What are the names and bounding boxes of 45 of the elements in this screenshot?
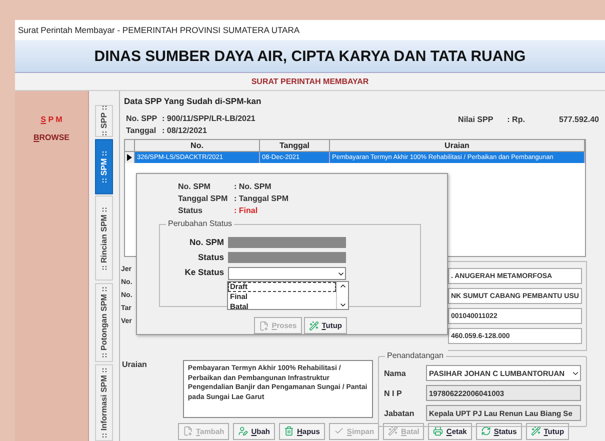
vertical-tab[interactable]: :: Potongan SPM :: <box>95 282 113 362</box>
currency-label: : Rp. <box>507 114 525 124</box>
vertical-tab[interactable]: :: Rincian SPM :: <box>95 196 113 281</box>
wand-icon <box>388 426 398 436</box>
field-value: : 900/11/SPP/LR-LB/2021 <box>162 114 256 122</box>
checkmark-icon <box>334 426 344 436</box>
field-label: No. SPM <box>188 237 225 248</box>
field-label: Nilai SPP <box>458 114 494 124</box>
input-field[interactable] <box>228 252 346 263</box>
window-title: Surat Perintah Membayar - PEMERINTAH PROVINSI SUMATERA UTARA <box>15 20 605 40</box>
field-label: No. SPP <box>126 114 158 122</box>
wand-icon <box>308 320 319 330</box>
field-value: : Tanggal SPM <box>234 194 290 203</box>
field-label: Jabatan <box>384 408 416 418</box>
scroll-up-icon[interactable] <box>338 282 346 290</box>
group-title: Perubahan Status <box>166 219 234 228</box>
group-title: Penandatangan <box>385 351 446 360</box>
field-value: : No. SPM <box>234 182 272 191</box>
field-label: No. SPM <box>178 182 212 191</box>
refresh-icon <box>480 426 491 436</box>
field-label: Uraian <box>122 360 147 371</box>
input-field[interactable] <box>228 237 346 248</box>
field-label: N I P <box>384 388 403 398</box>
group-title: Data SPP Yang Sudah di-SPM-kan <box>124 96 262 106</box>
wand-icon <box>530 426 541 436</box>
field-label: Status <box>197 252 225 263</box>
sidebar-item[interactable]: BROWSE <box>33 133 70 142</box>
document-plus-icon <box>258 320 269 330</box>
printer-icon <box>433 426 444 436</box>
person-pen-icon <box>238 426 248 436</box>
document-plus-icon <box>183 426 193 436</box>
vertical-tab[interactable]: :: SPM :: <box>95 139 113 194</box>
field-value: : 08/12/2021 <box>162 126 208 134</box>
vertical-tab[interactable]: :: Informasi SPM :: <box>95 364 113 441</box>
field-value: : Final <box>234 206 259 215</box>
header-title: DINAS SUMBER DAYA AIR, CIPTA KARYA DAN TATA RUANG <box>15 40 605 73</box>
field-label: Tanggal <box>126 126 158 134</box>
field-label: Nama <box>384 368 407 378</box>
field-label: Ke Status <box>184 267 225 279</box>
trash-icon <box>284 426 294 436</box>
vertical-tab[interactable]: :: SPP :: <box>95 105 113 137</box>
field-label: Status <box>178 206 204 215</box>
amount-value: 577.592.40 <box>558 114 599 124</box>
scroll-down-icon[interactable] <box>338 301 346 309</box>
field-label: Tanggal SPM <box>178 194 229 203</box>
